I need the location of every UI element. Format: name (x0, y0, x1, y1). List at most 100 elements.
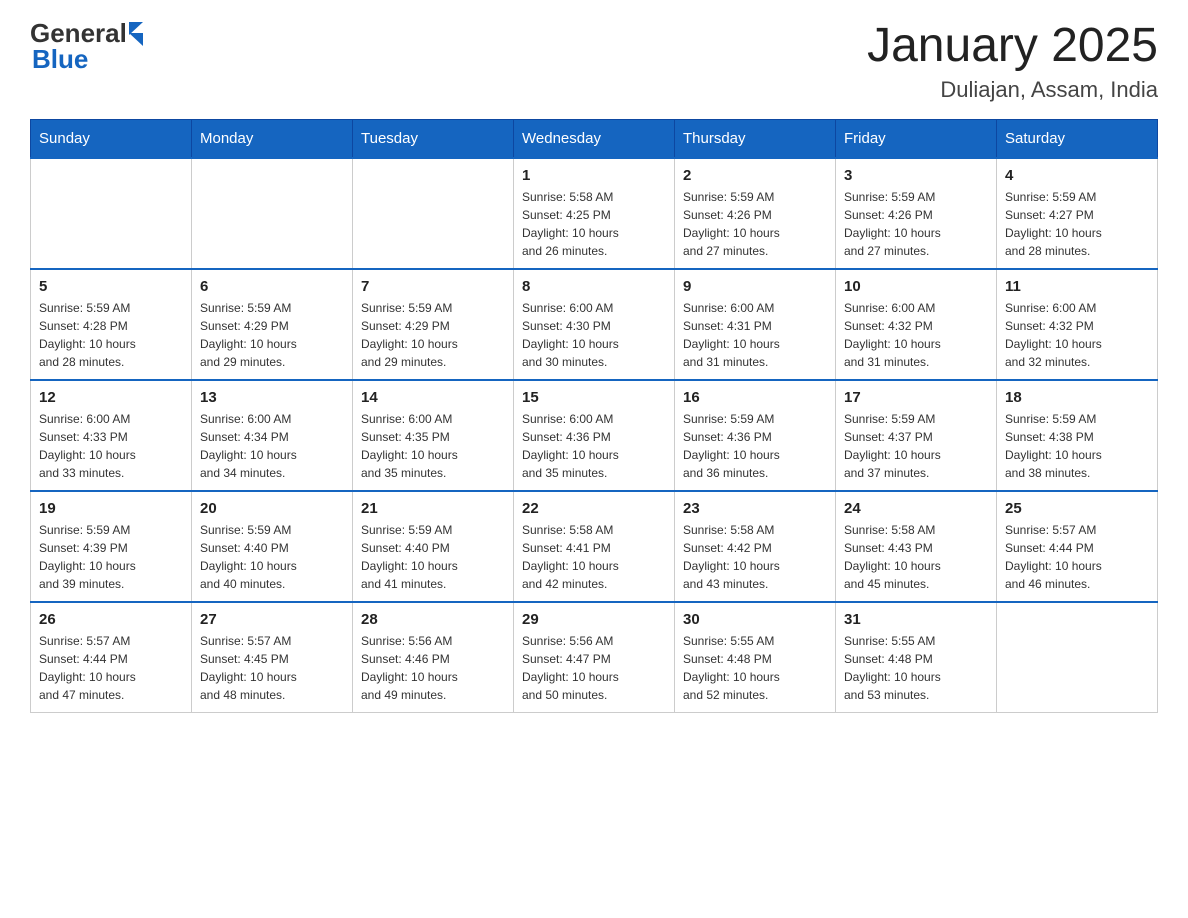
day-info: Sunrise: 5:58 AM Sunset: 4:25 PM Dayligh… (522, 188, 666, 260)
day-info: Sunrise: 5:58 AM Sunset: 4:43 PM Dayligh… (844, 521, 988, 593)
weekday-header-friday: Friday (836, 119, 997, 158)
calendar-cell (997, 602, 1158, 713)
logo-general-text: General (30, 20, 127, 46)
calendar-table: SundayMondayTuesdayWednesdayThursdayFrid… (30, 119, 1158, 713)
calendar-cell (31, 158, 192, 269)
day-number: 12 (39, 389, 183, 406)
day-info: Sunrise: 6:00 AM Sunset: 4:33 PM Dayligh… (39, 410, 183, 482)
day-number: 20 (200, 500, 344, 517)
day-number: 26 (39, 611, 183, 628)
day-info: Sunrise: 5:59 AM Sunset: 4:40 PM Dayligh… (361, 521, 505, 593)
day-info: Sunrise: 5:59 AM Sunset: 4:27 PM Dayligh… (1005, 188, 1149, 260)
day-info: Sunrise: 6:00 AM Sunset: 4:32 PM Dayligh… (844, 299, 988, 371)
calendar-cell: 23Sunrise: 5:58 AM Sunset: 4:42 PM Dayli… (675, 491, 836, 602)
day-info: Sunrise: 5:59 AM Sunset: 4:39 PM Dayligh… (39, 521, 183, 593)
calendar-cell: 2 Sunrise: 5:59 AM Sunset: 4:26 PM Daylig… (675, 158, 836, 269)
day-info: Sunrise: 5:59 AM Sunset: 4:29 PM Dayligh… (200, 299, 344, 371)
day-number: 27 (200, 611, 344, 628)
day-info: Sunrise: 5:55 AM Sunset: 4:48 PM Dayligh… (683, 632, 827, 704)
calendar-cell: 6 Sunrise: 5:59 AM Sunset: 4:29 PM Daylig… (192, 269, 353, 380)
calendar-cell: 15 Sunrise: 6:00 AM Sunset: 4:36 PM Dayli… (514, 380, 675, 491)
day-number: 2 (683, 167, 827, 184)
day-number: 13 (200, 389, 344, 406)
calendar-cell: 13 Sunrise: 6:00 AM Sunset: 4:34 PM Dayli… (192, 380, 353, 491)
week-row-4: 19Sunrise: 5:59 AM Sunset: 4:39 PM Dayli… (31, 491, 1158, 602)
day-number: 1 (522, 167, 666, 184)
calendar-cell: 14Sunrise: 6:00 AM Sunset: 4:35 PM Dayli… (353, 380, 514, 491)
day-number: 17 (844, 389, 988, 406)
day-number: 25 (1005, 500, 1149, 517)
week-row-2: 5 Sunrise: 5:59 AM Sunset: 4:28 PM Daylig… (31, 269, 1158, 380)
day-info: Sunrise: 5:56 AM Sunset: 4:46 PM Dayligh… (361, 632, 505, 704)
day-info: Sunrise: 6:00 AM Sunset: 4:34 PM Dayligh… (200, 410, 344, 482)
calendar-cell: 4 Sunrise: 5:59 AM Sunset: 4:27 PM Daylig… (997, 158, 1158, 269)
day-info: Sunrise: 5:57 AM Sunset: 4:44 PM Dayligh… (39, 632, 183, 704)
day-info: Sunrise: 6:00 AM Sunset: 4:36 PM Dayligh… (522, 410, 666, 482)
day-info: Sunrise: 5:59 AM Sunset: 4:40 PM Dayligh… (200, 521, 344, 593)
day-number: 16 (683, 389, 827, 406)
weekday-header-wednesday: Wednesday (514, 119, 675, 158)
day-number: 7 (361, 278, 505, 295)
day-number: 5 (39, 278, 183, 295)
day-number: 28 (361, 611, 505, 628)
day-info: Sunrise: 6:00 AM Sunset: 4:31 PM Dayligh… (683, 299, 827, 371)
calendar-cell: 7Sunrise: 5:59 AM Sunset: 4:29 PM Daylig… (353, 269, 514, 380)
calendar-cell: 25 Sunrise: 5:57 AM Sunset: 4:44 PM Dayli… (997, 491, 1158, 602)
day-number: 9 (683, 278, 827, 295)
logo-blue-text: Blue (32, 46, 143, 72)
calendar-cell (353, 158, 514, 269)
page-header: General Blue January 2025 Duliajan, Assa… (30, 20, 1158, 103)
week-row-3: 12 Sunrise: 6:00 AM Sunset: 4:33 PM Dayli… (31, 380, 1158, 491)
day-info: Sunrise: 5:57 AM Sunset: 4:45 PM Dayligh… (200, 632, 344, 704)
day-info: Sunrise: 6:00 AM Sunset: 4:32 PM Dayligh… (1005, 299, 1149, 371)
calendar-cell: 10 Sunrise: 6:00 AM Sunset: 4:32 PM Dayli… (836, 269, 997, 380)
calendar-cell: 29 Sunrise: 5:56 AM Sunset: 4:47 PM Dayli… (514, 602, 675, 713)
calendar-cell: 18 Sunrise: 5:59 AM Sunset: 4:38 PM Dayli… (997, 380, 1158, 491)
calendar-cell (192, 158, 353, 269)
day-info: Sunrise: 5:59 AM Sunset: 4:26 PM Dayligh… (844, 188, 988, 260)
weekday-header-sunday: Sunday (31, 119, 192, 158)
day-number: 10 (844, 278, 988, 295)
calendar-cell: 9 Sunrise: 6:00 AM Sunset: 4:31 PM Daylig… (675, 269, 836, 380)
day-info: Sunrise: 5:56 AM Sunset: 4:47 PM Dayligh… (522, 632, 666, 704)
day-number: 18 (1005, 389, 1149, 406)
calendar-cell: 1 Sunrise: 5:58 AM Sunset: 4:25 PM Daylig… (514, 158, 675, 269)
calendar-cell: 22Sunrise: 5:58 AM Sunset: 4:41 PM Dayli… (514, 491, 675, 602)
title-block: January 2025 Duliajan, Assam, India (867, 20, 1158, 103)
calendar-cell: 11 Sunrise: 6:00 AM Sunset: 4:32 PM Dayli… (997, 269, 1158, 380)
day-info: Sunrise: 6:00 AM Sunset: 4:30 PM Dayligh… (522, 299, 666, 371)
day-number: 14 (361, 389, 505, 406)
day-number: 24 (844, 500, 988, 517)
day-number: 22 (522, 500, 666, 517)
weekday-header-saturday: Saturday (997, 119, 1158, 158)
day-info: Sunrise: 5:59 AM Sunset: 4:37 PM Dayligh… (844, 410, 988, 482)
calendar-cell: 8 Sunrise: 6:00 AM Sunset: 4:30 PM Daylig… (514, 269, 675, 380)
day-number: 3 (844, 167, 988, 184)
calendar-title: January 2025 (867, 20, 1158, 73)
weekday-header-row: SundayMondayTuesdayWednesdayThursdayFrid… (31, 119, 1158, 158)
day-info: Sunrise: 5:59 AM Sunset: 4:38 PM Dayligh… (1005, 410, 1149, 482)
day-number: 15 (522, 389, 666, 406)
day-number: 6 (200, 278, 344, 295)
calendar-cell: 3 Sunrise: 5:59 AM Sunset: 4:26 PM Daylig… (836, 158, 997, 269)
calendar-subtitle: Duliajan, Assam, India (867, 77, 1158, 103)
day-number: 4 (1005, 167, 1149, 184)
calendar-cell: 5 Sunrise: 5:59 AM Sunset: 4:28 PM Daylig… (31, 269, 192, 380)
day-number: 29 (522, 611, 666, 628)
day-info: Sunrise: 5:58 AM Sunset: 4:42 PM Dayligh… (683, 521, 827, 593)
day-info: Sunrise: 5:59 AM Sunset: 4:36 PM Dayligh… (683, 410, 827, 482)
day-number: 11 (1005, 278, 1149, 295)
day-info: Sunrise: 5:55 AM Sunset: 4:48 PM Dayligh… (844, 632, 988, 704)
day-number: 8 (522, 278, 666, 295)
logo: General Blue (30, 20, 143, 72)
week-row-5: 26 Sunrise: 5:57 AM Sunset: 4:44 PM Dayli… (31, 602, 1158, 713)
week-row-1: 1 Sunrise: 5:58 AM Sunset: 4:25 PM Daylig… (31, 158, 1158, 269)
calendar-cell: 19Sunrise: 5:59 AM Sunset: 4:39 PM Dayli… (31, 491, 192, 602)
calendar-cell: 12 Sunrise: 6:00 AM Sunset: 4:33 PM Dayli… (31, 380, 192, 491)
day-info: Sunrise: 5:59 AM Sunset: 4:26 PM Dayligh… (683, 188, 827, 260)
calendar-cell: 16 Sunrise: 5:59 AM Sunset: 4:36 PM Dayli… (675, 380, 836, 491)
day-info: Sunrise: 5:57 AM Sunset: 4:44 PM Dayligh… (1005, 521, 1149, 593)
calendar-cell: 30Sunrise: 5:55 AM Sunset: 4:48 PM Dayli… (675, 602, 836, 713)
day-info: Sunrise: 5:59 AM Sunset: 4:28 PM Dayligh… (39, 299, 183, 371)
calendar-cell: 26 Sunrise: 5:57 AM Sunset: 4:44 PM Dayli… (31, 602, 192, 713)
